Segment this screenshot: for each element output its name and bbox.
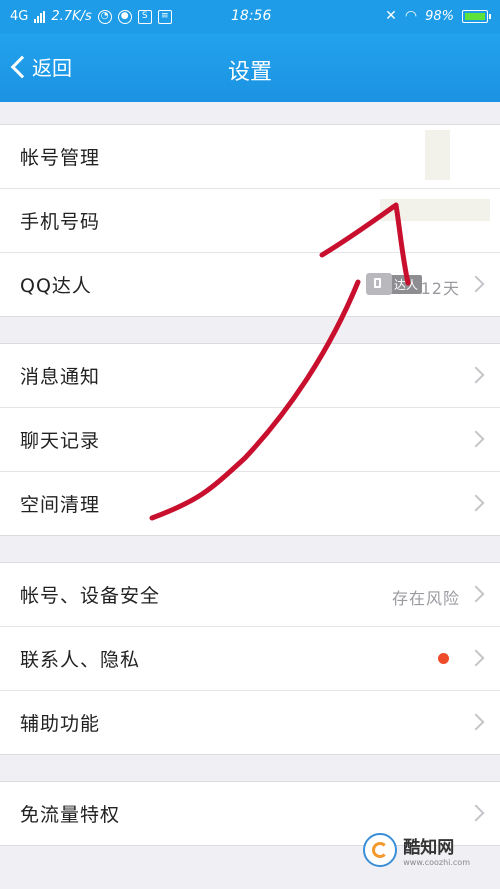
row-value: 存在风险 — [391, 589, 460, 608]
chevron-right-icon — [467, 649, 485, 667]
row-notifications[interactable]: 消息通知 — [0, 344, 500, 408]
battery-level: 98% — [425, 8, 454, 24]
row-label: 聊天记录 — [20, 430, 101, 452]
row-accessibility[interactable]: 辅助功能 — [0, 691, 500, 754]
phone-badge-icon — [365, 273, 392, 295]
row-space-cleanup[interactable]: 空间清理 — [0, 472, 500, 535]
battery-icon — [462, 9, 491, 23]
coozhi-logo-icon — [363, 833, 398, 867]
row-contacts-privacy[interactable]: 联系人、隐私 — [0, 627, 500, 691]
status-right: ✕ ◠ 98% — [385, 8, 491, 24]
row-label: 帐号管理 — [20, 147, 101, 169]
signal-icon — [34, 10, 46, 23]
row-label: 辅助功能 — [20, 713, 101, 735]
row-label: 免流量特权 — [20, 804, 121, 826]
sync-icon: ≡ — [157, 9, 172, 24]
badge-text: 达人 — [389, 274, 422, 294]
talent-badge: 达人 — [365, 273, 422, 295]
row-phone-number[interactable]: 手机号码 — [0, 189, 500, 253]
row-value: 12天 — [420, 279, 460, 298]
row-label: 消息通知 — [20, 366, 101, 388]
chevron-right-icon — [467, 494, 485, 512]
chevron-right-icon — [467, 430, 485, 448]
app-icon: ● — [117, 9, 132, 24]
settings-group-general: 消息通知 聊天记录 空间清理 — [0, 343, 500, 536]
redacted-value — [380, 199, 490, 221]
status-left: 4G 2.7K/s ◔ ● S ≡ — [10, 9, 172, 24]
row-label: 帐号、设备安全 — [20, 585, 161, 607]
watermark-text: 酷知网 www.coozhi.com — [403, 833, 470, 867]
watermark-url: www.coozhi.com — [403, 858, 470, 867]
wifi-icon: ◠ — [404, 8, 418, 24]
nav-bar: 返回 设置 — [0, 34, 500, 102]
chevron-right-icon — [467, 366, 485, 384]
row-label: 手机号码 — [20, 211, 101, 233]
settings-group-security: 帐号、设备安全 存在风险 联系人、隐私 辅助功能 — [0, 562, 500, 755]
status-bar: 4G 2.7K/s ◔ ● S ≡ 18:56 ✕ ◠ 98% — [0, 0, 500, 34]
settings-group-account: 帐号管理 手机号码 QQ达人 达人 12天 — [0, 124, 500, 317]
row-label: 空间清理 — [20, 494, 101, 516]
s-app-icon: S — [137, 9, 152, 24]
page-title: 设置 — [227, 60, 272, 85]
network-type: 4G — [10, 9, 29, 24]
chevron-right-icon — [467, 713, 485, 731]
network-speed: 2.7K/s — [51, 9, 92, 24]
row-label: QQ达人 — [20, 275, 92, 297]
row-qq-talent[interactable]: QQ达人 达人 12天 — [0, 253, 500, 316]
chevron-right-icon — [467, 804, 485, 822]
notification-icon: ◔ — [97, 9, 112, 24]
chevron-right-icon — [467, 585, 485, 603]
redacted-value — [425, 130, 450, 180]
clock: 18:56 — [231, 8, 272, 24]
chevron-right-icon — [467, 275, 485, 293]
mute-icon: ✕ — [385, 8, 397, 24]
unread-dot — [438, 653, 449, 664]
watermark: 酷知网 www.coozhi.com — [363, 833, 470, 867]
row-account-security[interactable]: 帐号、设备安全 存在风险 — [0, 563, 500, 627]
row-label: 联系人、隐私 — [20, 649, 141, 671]
row-account-management[interactable]: 帐号管理 — [0, 125, 500, 189]
row-chat-history[interactable]: 聊天记录 — [0, 408, 500, 472]
watermark-name: 酷知网 — [403, 838, 455, 858]
